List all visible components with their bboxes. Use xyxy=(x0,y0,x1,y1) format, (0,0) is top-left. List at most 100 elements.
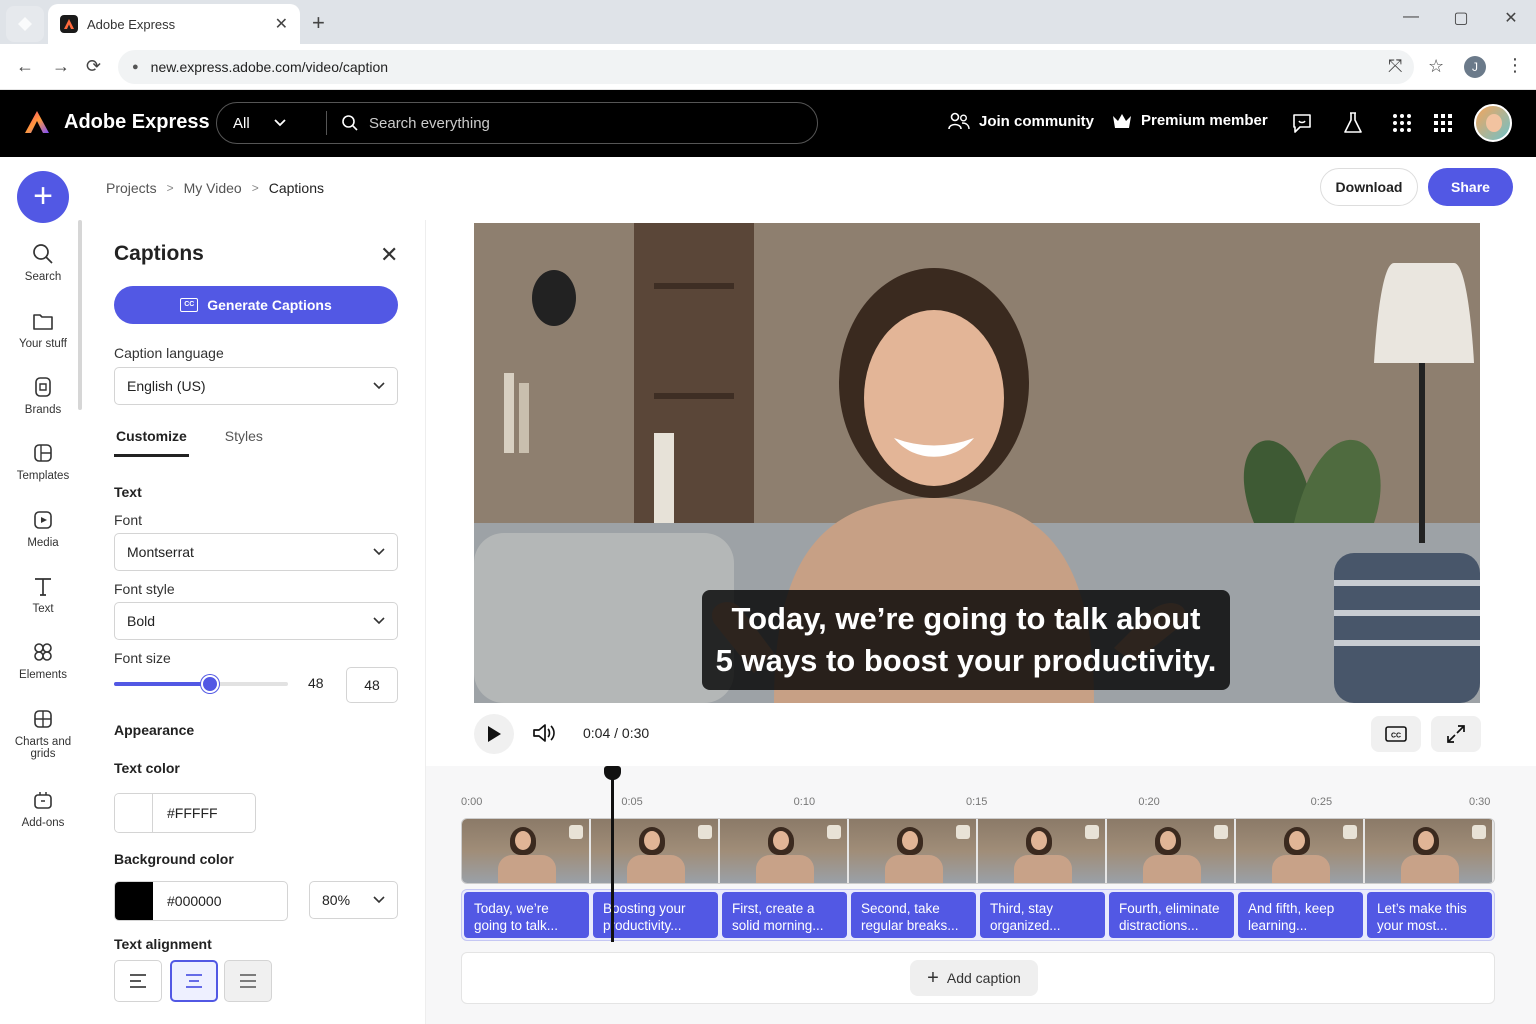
current-time: 0:04 xyxy=(583,725,611,741)
rail-item-elements[interactable]: Elements xyxy=(0,639,86,681)
app-icon xyxy=(18,17,32,31)
appearance-heading: Appearance xyxy=(114,722,195,738)
previous-tab[interactable] xyxy=(6,6,44,42)
background-color-field[interactable]: #000000 xyxy=(114,881,288,921)
align-right-button[interactable] xyxy=(224,960,272,1002)
closed-captions-toggle[interactable]: CC xyxy=(1371,716,1421,752)
background-color-value[interactable]: #000000 xyxy=(167,893,222,909)
rail-item-templates[interactable]: Templates xyxy=(0,440,86,482)
close-panel-icon[interactable]: ✕ xyxy=(380,242,398,268)
close-tab-icon[interactable]: ✕ xyxy=(275,14,288,34)
caption-clip[interactable]: Today, we’re going to talk... xyxy=(464,892,589,938)
share-button[interactable]: Share xyxy=(1428,168,1513,206)
caption-language-label: Caption language xyxy=(114,345,224,361)
forward-icon[interactable]: → xyxy=(52,56,70,77)
generate-captions-button[interactable]: CC Generate Captions xyxy=(114,286,398,324)
background-color-swatch[interactable] xyxy=(115,882,153,920)
align-left-button[interactable] xyxy=(114,960,162,1002)
feedback-icon[interactable] xyxy=(1287,108,1317,138)
rail-label: Brands xyxy=(24,404,62,416)
rail-scrollbar[interactable] xyxy=(78,220,82,410)
extension-icon[interactable]: ⤧ xyxy=(1388,56,1402,77)
font-size-input[interactable]: 48 xyxy=(346,667,398,703)
browser-tab[interactable]: Adobe Express ✕ xyxy=(48,4,300,44)
templates-icon xyxy=(0,440,86,466)
video-track[interactable] xyxy=(461,818,1495,884)
address-bar[interactable]: ● new.express.adobe.com/video/caption xyxy=(118,50,1414,84)
caption-line-1: Today, we’re going to talk about xyxy=(731,601,1201,636)
fullscreen-button[interactable] xyxy=(1431,716,1481,752)
minimize-icon[interactable]: — xyxy=(1396,8,1426,26)
download-button[interactable]: Download xyxy=(1320,168,1418,206)
new-tab-icon[interactable]: + xyxy=(312,10,325,36)
labs-flask-icon[interactable] xyxy=(1338,108,1368,138)
chevron-right-icon: > xyxy=(251,181,259,195)
font-size-slider[interactable] xyxy=(114,675,288,693)
close-window-icon[interactable]: ✕ xyxy=(1496,8,1526,28)
maximize-icon[interactable]: ▢ xyxy=(1446,8,1476,28)
rail-item-text[interactable]: Text xyxy=(0,573,86,615)
brand-logo[interactable]: Adobe Express xyxy=(24,110,210,134)
slider-handle[interactable] xyxy=(200,675,219,693)
rail-item-search[interactable]: Search xyxy=(0,241,86,283)
rail-label: Elements xyxy=(19,669,67,681)
join-community-button[interactable]: Join community xyxy=(948,112,1094,130)
adobe-express-logo-icon xyxy=(25,111,49,133)
rail-item-media[interactable]: Media xyxy=(0,507,86,549)
playhead-line[interactable] xyxy=(611,774,615,942)
app-switcher-icon[interactable] xyxy=(1428,108,1458,138)
tab-styles[interactable]: Styles xyxy=(223,428,265,457)
breadcrumb-captions: Captions xyxy=(268,180,324,196)
chevron-down-icon xyxy=(373,617,385,625)
left-rail: + Search Your stuff Brands Templates Med… xyxy=(0,157,86,1024)
search-scope-label: All xyxy=(233,114,250,132)
rail-item-brands[interactable]: Brands xyxy=(0,374,86,416)
bookmark-star-icon[interactable]: ☆ xyxy=(1428,56,1444,77)
caption-language-select[interactable]: English (US) xyxy=(114,367,398,405)
breadcrumb-my-video[interactable]: My Video xyxy=(184,180,242,196)
back-icon[interactable]: ← xyxy=(16,56,34,77)
caption-clip[interactable]: And fifth, keep learning... xyxy=(1238,892,1363,938)
text-color-value[interactable]: #FFFFF xyxy=(167,805,218,821)
captions-icon: CC xyxy=(180,298,199,312)
background-opacity-select[interactable]: 80% xyxy=(309,881,398,919)
tab-customize[interactable]: Customize xyxy=(114,428,189,457)
rail-item-add-ons[interactable]: Add-ons xyxy=(0,787,86,829)
global-search[interactable]: All Search everything xyxy=(216,102,818,144)
premium-member-button[interactable]: Premium member xyxy=(1112,112,1268,129)
align-center-button[interactable] xyxy=(170,960,218,1002)
create-new-button[interactable]: + xyxy=(17,171,69,223)
caption-clip[interactable]: First, create a solid morning... xyxy=(722,892,847,938)
play-button[interactable] xyxy=(474,714,514,754)
brands-icon xyxy=(0,374,86,400)
expand-icon xyxy=(1447,725,1465,743)
search-input[interactable]: Search everything xyxy=(341,114,490,132)
site-info-icon[interactable]: ● xyxy=(132,61,139,73)
join-community-label: Join community xyxy=(979,112,1095,130)
caption-clip[interactable]: Let’s make this your most... xyxy=(1367,892,1492,938)
font-select[interactable]: Montserrat xyxy=(114,533,398,571)
volume-button[interactable] xyxy=(530,720,556,751)
search-scope-dropdown[interactable]: All xyxy=(217,111,327,135)
font-label: Font xyxy=(114,512,143,528)
text-color-swatch[interactable] xyxy=(115,794,153,832)
chevron-down-icon xyxy=(373,382,385,390)
text-color-field[interactable]: #FFFFF xyxy=(114,793,256,833)
breadcrumb-projects[interactable]: Projects xyxy=(106,180,157,196)
browser-profile-avatar[interactable]: J xyxy=(1464,56,1486,78)
rail-item-your-stuff[interactable]: Your stuff xyxy=(0,308,86,350)
apps-grid-icon[interactable] xyxy=(1387,108,1417,138)
caption-overlay[interactable]: Today, we’re going to talk about 5 ways … xyxy=(702,590,1230,690)
caption-clip[interactable]: Fourth, eliminate distractions... xyxy=(1109,892,1234,938)
caption-clip[interactable]: Third, stay organized... xyxy=(980,892,1105,938)
caption-clip[interactable]: Second, take regular breaks... xyxy=(851,892,976,938)
timeline-tick: 0:05 xyxy=(621,796,643,808)
user-avatar[interactable] xyxy=(1474,104,1512,142)
rail-item-charts-and-grids[interactable]: Charts and grids xyxy=(0,706,86,760)
play-icon xyxy=(488,726,501,742)
reload-icon[interactable]: ⟳ xyxy=(86,56,101,77)
duration: 0:30 xyxy=(621,725,650,741)
browser-menu-icon[interactable]: ⋮ xyxy=(1506,55,1524,76)
font-style-select[interactable]: Bold xyxy=(114,602,398,640)
add-caption-button[interactable]: + Add caption xyxy=(910,960,1038,996)
